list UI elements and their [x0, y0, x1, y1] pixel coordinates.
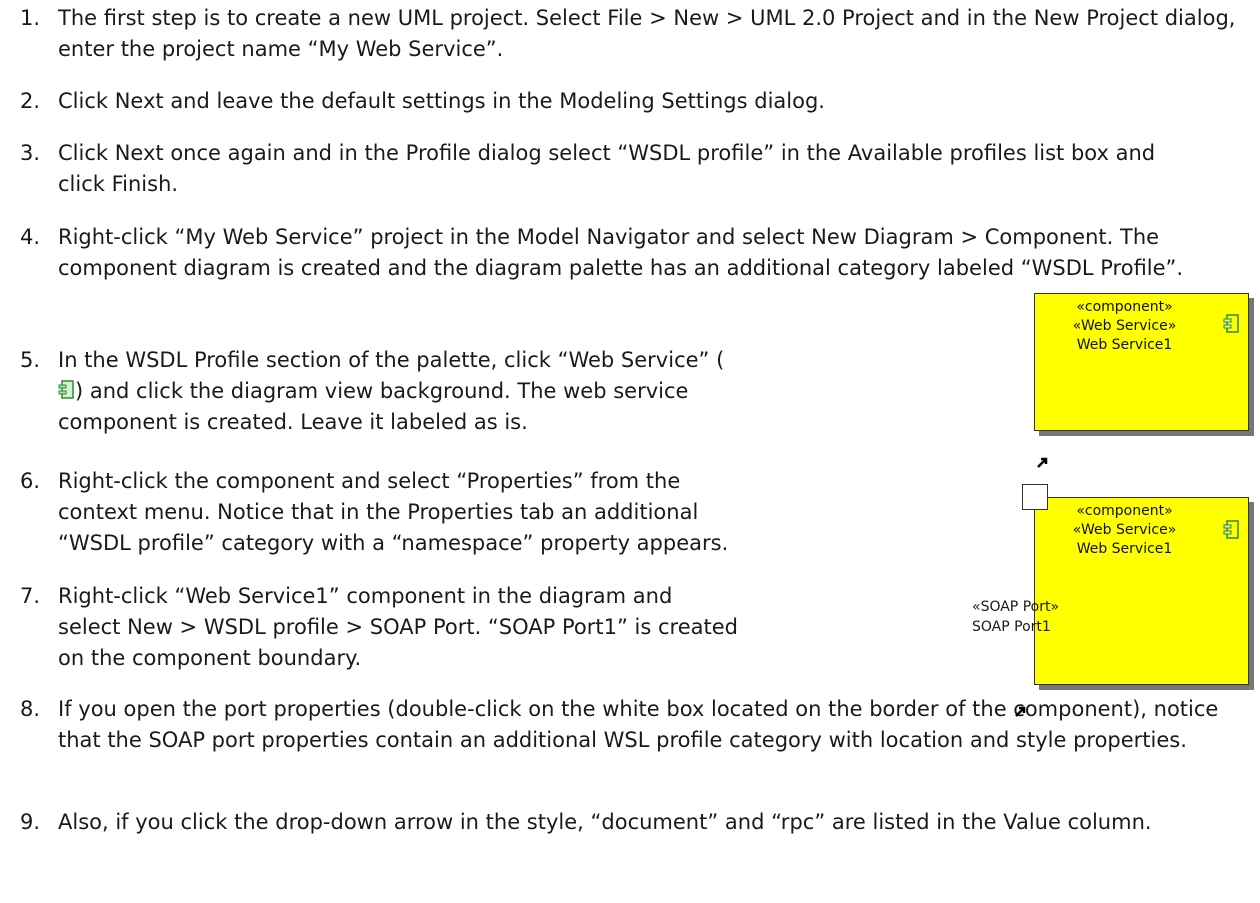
- step-text: Click Next and leave the default setting…: [58, 89, 825, 113]
- soap-port-box[interactable]: [1022, 484, 1048, 510]
- step-text: Also, if you click the drop-down arrow i…: [58, 810, 1152, 834]
- soap-port-name: SOAP Port1: [972, 619, 1051, 635]
- menu-path: New > WSDL profile > SOAP Port: [127, 615, 475, 639]
- step-number: 7.: [20, 584, 41, 608]
- web-service-stereotype: «Web Service»: [1072, 522, 1177, 538]
- web-service-component: «component» «Web Service» Web Service1: [1034, 293, 1249, 431]
- step-number: 2.: [20, 89, 41, 113]
- step-text: If you open the port properties (double-…: [58, 697, 1219, 752]
- web-service-icon: [58, 380, 75, 400]
- step-number: 1.: [20, 6, 41, 30]
- component-name: Web Service1: [1076, 541, 1173, 557]
- step-number: 8.: [20, 697, 41, 721]
- button-name: Finish: [111, 172, 172, 196]
- step-number: 5.: [20, 348, 41, 372]
- button-name: Next: [114, 89, 164, 113]
- soap-port-stereotype: «SOAP Port»: [972, 599, 1060, 615]
- step-text: In the WSDL Profile section of the palet…: [58, 348, 725, 434]
- step-text: Right-click “Web Service1” component in …: [58, 584, 738, 670]
- component-icon: [1223, 314, 1240, 340]
- component-stereotype: «component»: [1076, 299, 1173, 315]
- web-service-component-with-port: «component» «Web Service» Web Service1: [1034, 497, 1249, 685]
- step-number: 6.: [20, 469, 41, 493]
- resize-arrow-icon[interactable]: [1015, 695, 1027, 717]
- step-number: 9.: [20, 810, 41, 834]
- step-text: Right-click the component and select “Pr…: [58, 469, 729, 555]
- menu-path: New Diagram > Component: [811, 225, 1107, 249]
- step-number: 4.: [20, 225, 41, 249]
- menu-path: File > New > UML 2.0 Project: [607, 6, 914, 30]
- component-name: Web Service1: [1076, 337, 1173, 353]
- component-icon: [1223, 520, 1240, 546]
- button-name: Next: [114, 141, 164, 165]
- step-text: Click Next once again and in the Profile…: [58, 141, 1156, 196]
- step-text: Right-click “My Web Service” project in …: [58, 225, 1184, 280]
- resize-arrow-icon[interactable]: [1037, 446, 1049, 468]
- step-text: The first step is to create a new UML pr…: [58, 6, 1236, 61]
- web-service-stereotype: «Web Service»: [1072, 318, 1177, 334]
- step-number: 3.: [20, 141, 41, 165]
